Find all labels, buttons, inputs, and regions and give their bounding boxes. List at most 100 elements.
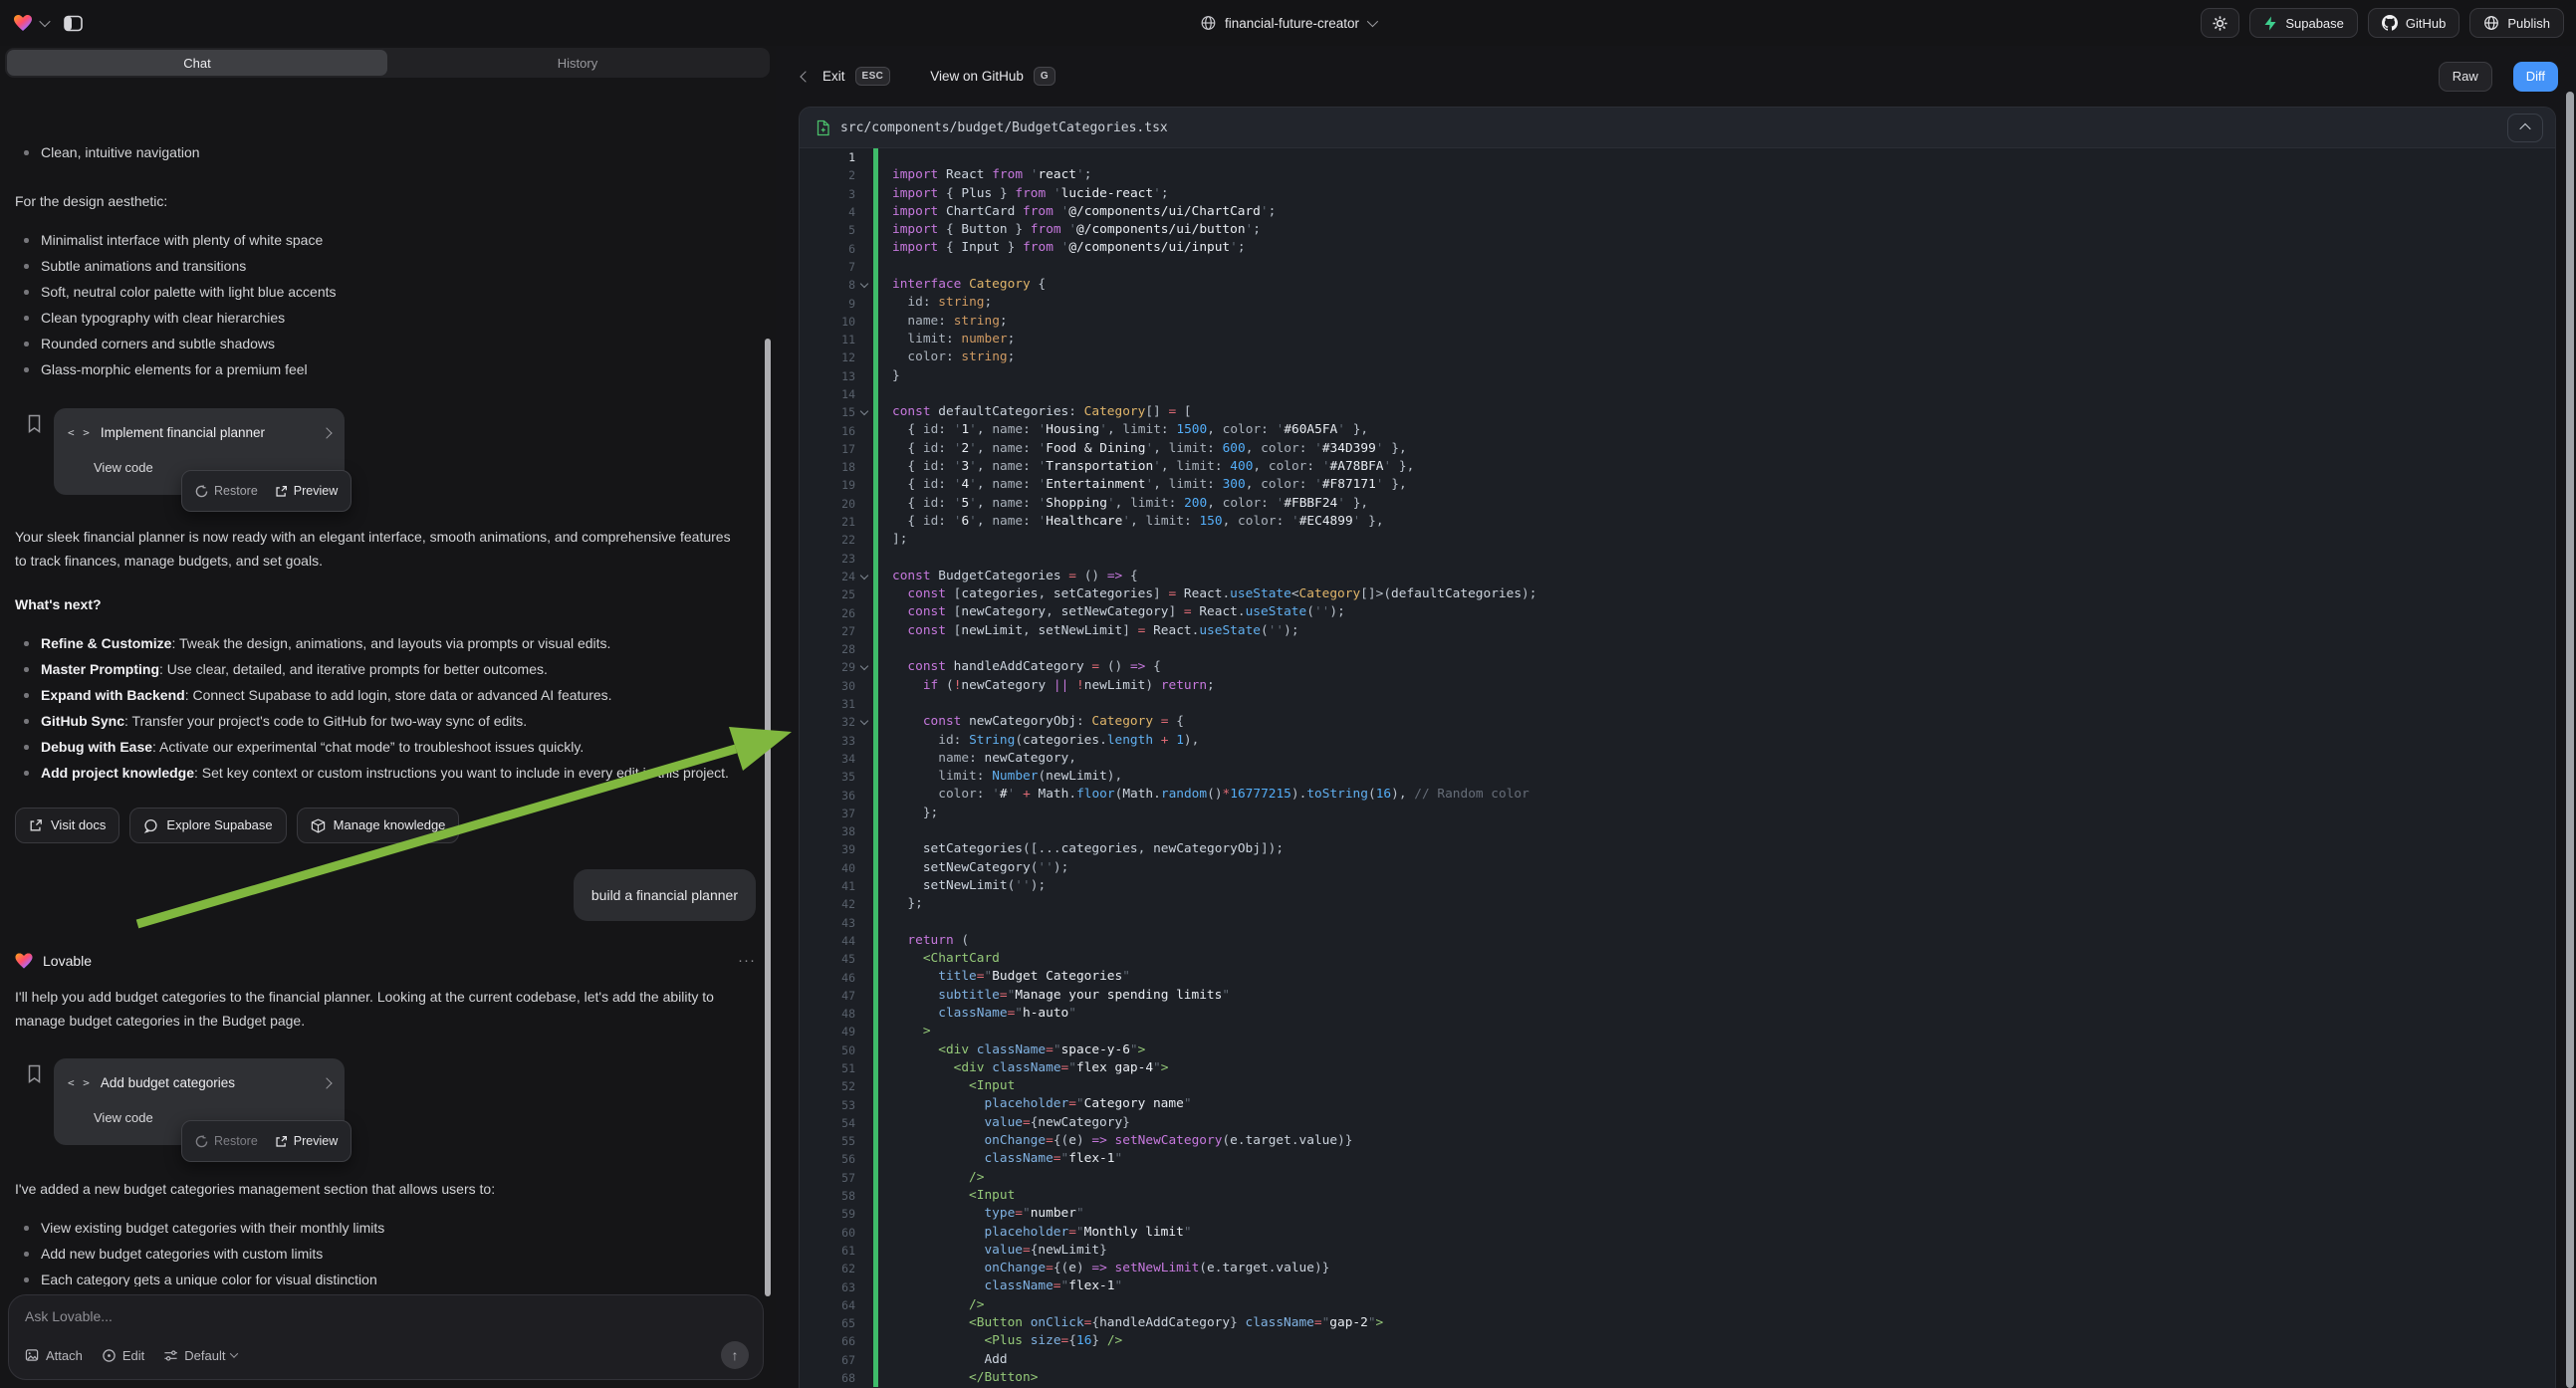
chat-scrollbar[interactable] [765,339,771,1296]
fold-toggle-icon[interactable] [858,572,869,581]
page-scrollbar[interactable] [2566,92,2574,1388]
code-text: color: '#' + Math.floor(Math.random()*16… [878,786,1529,804]
code-line: 66 <Plus size={16} /> [800,1332,2555,1350]
fold-toggle-icon[interactable] [858,717,869,727]
tab-chat[interactable]: Chat [7,50,387,76]
preview-button[interactable]: Preview [275,1129,338,1153]
lovable-logo-icon[interactable] [14,15,32,31]
code-text: const [categories, setCategories] = Reac… [878,585,1536,603]
added-message: I've added a new budget categories manag… [15,1177,744,1201]
code-text [878,258,900,276]
code-line: 4import ChartCard from '@/components/ui/… [800,203,2555,221]
code-line: 43 [800,913,2555,931]
sidebar-toggle-button[interactable] [64,15,83,32]
line-number: 32 [800,715,873,729]
version-card-implement-financial-planner[interactable]: < > Implement financial planner View cod… [54,408,345,495]
fold-toggle-icon[interactable] [858,280,869,290]
restore-button[interactable]: Restore [195,1129,258,1153]
attach-button[interactable]: Attach [25,1348,83,1363]
line-number: 29 [800,660,873,674]
line-number: 16 [800,424,873,438]
line-number: 8 [800,278,873,292]
view-on-github-label: View on GitHub [930,69,1024,84]
code-line: 55 onChange={(e) => setNewCategory(e.tar… [800,1132,2555,1150]
logo-chevron-down-icon[interactable] [39,16,50,27]
model-selector[interactable]: Default [163,1348,237,1363]
edit-mode-button[interactable]: Edit [102,1348,144,1363]
fold-toggle-icon[interactable] [858,662,869,672]
chat-input[interactable] [25,1308,749,1324]
github-label: GitHub [2406,16,2446,31]
fold-toggle-icon[interactable] [858,407,869,417]
diff-toggle-button[interactable]: Diff [2513,62,2558,92]
code-text: name: string; [878,313,1008,331]
code-line: 14 [800,385,2555,403]
explore-supabase-button[interactable]: Explore Supabase [129,808,286,843]
code-text: value={newLimit} [878,1242,1107,1260]
project-selector[interactable]: financial-future-creator [1200,15,1376,31]
code-line: 7 [800,258,2555,276]
message-more-menu[interactable]: ··· [738,956,756,966]
code-text: const newCategoryObj: Category = { [878,713,1184,731]
github-button[interactable]: GitHub [2368,8,2459,38]
exit-button[interactable]: Exit ESC [822,67,890,86]
user-message: build a financial planner [574,869,756,921]
line-number: 2 [800,168,873,182]
lovable-app-window: financial-future-creator Supabase GitHub [0,0,2576,1388]
code-line: 21 { id: '6', name: 'Healthcare', limit:… [800,513,2555,531]
code-line: 57 /> [800,1169,2555,1187]
line-number: 6 [800,242,873,256]
code-line: 61 value={newLimit} [800,1242,2555,1260]
line-number: 52 [800,1079,873,1093]
design-bullet: Clean typography with clear hierarchies [15,305,756,331]
collapse-file-button[interactable] [2507,114,2543,142]
preview-button[interactable]: Preview [275,479,338,503]
code-line: 40 setNewCategory(''); [800,859,2555,877]
manage-knowledge-button[interactable]: Manage knowledge [297,808,460,843]
restore-icon [195,1135,208,1148]
settings-button[interactable] [2201,8,2239,38]
line-number: 44 [800,934,873,948]
code-line: 10 name: string; [800,313,2555,331]
line-number: 22 [800,533,873,547]
lovable-avatar [15,953,32,968]
code-line: 58 <Input [800,1187,2555,1205]
view-code-link[interactable]: View code [94,456,153,480]
raw-toggle-button[interactable]: Raw [2439,62,2492,92]
bookmark-icon[interactable] [27,1064,42,1145]
whats-next-item: GitHub Sync: Transfer your project's cod… [15,708,756,734]
code-line: 46 title="Budget Categories" [800,968,2555,986]
send-button[interactable]: ↑ [721,1341,749,1369]
code-text: </Button> [878,1369,1038,1387]
view-on-github-button[interactable]: View on GitHub G [930,67,1055,86]
line-number: 41 [800,879,873,893]
line-number: 39 [800,842,873,856]
globe-icon [1200,15,1216,31]
line-number: 24 [800,570,873,583]
code-text: import { Button } from '@/components/ui/… [878,221,1261,239]
code-text: { id: '2', name: 'Food & Dining', limit:… [878,440,1407,458]
line-number: 53 [800,1098,873,1112]
visit-docs-button[interactable]: Visit docs [15,808,119,843]
view-code-link[interactable]: View code [94,1106,153,1130]
code-line: 29 const handleAddCategory = () => { [800,658,2555,676]
line-number: 23 [800,552,873,566]
supabase-button[interactable]: Supabase [2249,8,2358,38]
line-number: 37 [800,807,873,820]
code-line: 17 { id: '2', name: 'Food & Dining', lim… [800,440,2555,458]
line-number: 7 [800,260,873,274]
file-header[interactable]: src/components/budget/BudgetCategories.t… [800,108,2555,148]
version-card-add-budget-categories[interactable]: < > Add budget categories View code Rest… [54,1058,345,1145]
line-number: 35 [800,770,873,784]
publish-button[interactable]: Publish [2469,8,2564,38]
code-line: 44 return ( [800,932,2555,950]
tab-history[interactable]: History [387,50,768,76]
bookmark-icon[interactable] [27,414,42,495]
code-text: import React from 'react'; [878,166,1091,184]
line-number: 34 [800,752,873,766]
restore-icon [195,485,208,498]
code-line: 28 [800,640,2555,658]
restore-button[interactable]: Restore [195,479,258,503]
code-text: if (!newCategory || !newLimit) return; [878,677,1215,695]
code-text: import ChartCard from '@/components/ui/C… [878,203,1276,221]
